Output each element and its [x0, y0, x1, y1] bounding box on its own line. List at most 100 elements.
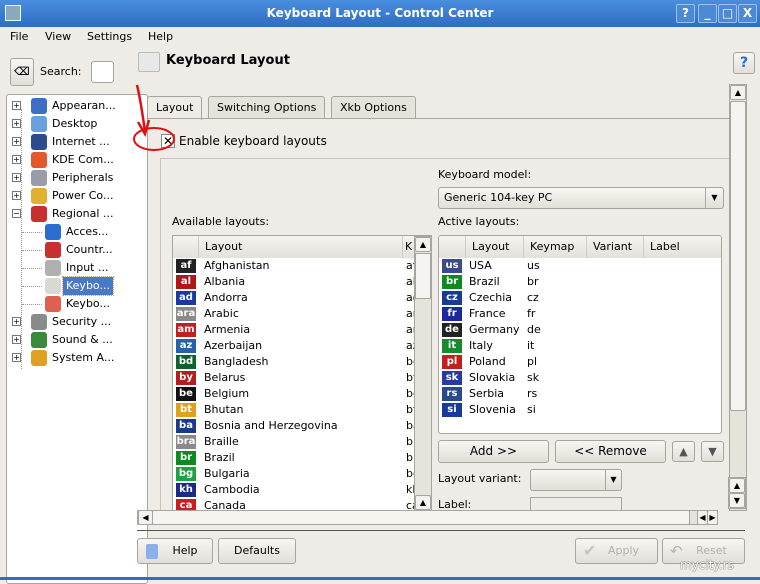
- list-row[interactable]: brBrazilbr: [439, 274, 721, 290]
- active-layouts-list[interactable]: Layout Keymap Variant Label us USA us br Bra…: [438, 235, 722, 434]
- layout-name: Slovenia: [469, 403, 516, 416]
- tree-item[interactable]: + System A...: [7, 349, 145, 367]
- main-horizontal-scrollbar[interactable]: ◀ ◀ ▶: [137, 510, 718, 525]
- tree-item[interactable]: + Sound & ...: [7, 331, 145, 349]
- expand-toggle[interactable]: +: [12, 101, 21, 110]
- column-header-label[interactable]: Label: [644, 236, 721, 258]
- list-row[interactable]: rs Serbia rs: [439, 386, 721, 402]
- column-header-keymap[interactable]: Keymap: [524, 236, 587, 258]
- expand-toggle[interactable]: +: [12, 173, 21, 182]
- list-row[interactable]: afAfghanistanaf: [173, 258, 415, 274]
- list-row[interactable]: cz Czechia cz: [439, 290, 721, 306]
- scroll-down-arrow[interactable]: ▼: [729, 493, 745, 508]
- module-icon: [31, 206, 47, 222]
- list-row[interactable]: fr France fr: [439, 306, 721, 322]
- list-row[interactable]: araArabicara: [173, 306, 415, 322]
- expand-toggle[interactable]: +: [12, 137, 21, 146]
- tree-item[interactable]: Keybo...: [7, 295, 145, 313]
- column-header-variant[interactable]: Variant: [587, 236, 644, 258]
- tree-item[interactable]: Keybo...: [7, 276, 145, 296]
- tree-item[interactable]: Input ...: [7, 259, 145, 277]
- minimize-button[interactable]: _: [698, 4, 717, 23]
- available-list-scrollbar[interactable]: ▲ ▲: [414, 236, 431, 510]
- list-row[interactable]: sk Slovakia sk: [439, 370, 721, 386]
- column-header-layout[interactable]: Layout: [199, 236, 403, 258]
- inner-vertical-scrollbar[interactable]: ▲ ▼: [728, 477, 746, 509]
- expand-toggle[interactable]: +: [12, 335, 21, 344]
- list-row[interactable]: it Italy it: [439, 338, 721, 354]
- flag-icon: af: [176, 259, 196, 273]
- apply-button[interactable]: ✔ Apply: [575, 538, 658, 564]
- scroll-thumb[interactable]: [730, 101, 746, 411]
- search-input[interactable]: [91, 61, 114, 83]
- layout-variant-label: Layout variant:: [438, 472, 522, 485]
- help-button[interactable]: Help: [137, 538, 213, 564]
- tree-line: [22, 304, 42, 305]
- list-row[interactable]: pl Poland pl: [439, 354, 721, 370]
- expand-toggle[interactable]: +: [12, 191, 21, 200]
- column-header-layout[interactable]: Layout: [466, 236, 524, 258]
- expand-toggle[interactable]: +: [12, 317, 21, 326]
- menu-settings[interactable]: Settings: [87, 30, 132, 43]
- scroll-left-arrow[interactable]: ◀: [138, 510, 153, 525]
- add-layout-button[interactable]: Add >>: [438, 440, 549, 463]
- list-row[interactable]: bdBangladeshbd: [173, 354, 415, 370]
- list-row[interactable]: brBrazilbr: [173, 450, 415, 466]
- list-row[interactable]: adAndorraad: [173, 290, 415, 306]
- scroll-up-arrow[interactable]: ▲: [415, 237, 431, 252]
- expand-toggle[interactable]: +: [12, 119, 21, 128]
- tab-xkb-options[interactable]: Xkb Options: [331, 96, 416, 119]
- layout-variant-select[interactable]: ▼: [530, 469, 622, 491]
- clear-search-button[interactable]: ⌫: [10, 58, 34, 86]
- list-row[interactable]: us USA us: [439, 258, 721, 274]
- tree-item[interactable]: Countr...: [7, 241, 145, 259]
- list-row[interactable]: braBraillebrai: [173, 434, 415, 450]
- list-row[interactable]: si Slovenia si: [439, 402, 721, 418]
- move-up-button[interactable]: ▲: [672, 441, 695, 462]
- tree-line: [22, 268, 42, 269]
- expand-toggle[interactable]: +: [12, 353, 21, 362]
- scroll-thumb[interactable]: [152, 510, 690, 525]
- maximize-button[interactable]: □: [718, 4, 737, 23]
- scroll-up-arrow[interactable]: ▲: [729, 478, 745, 493]
- tree-item[interactable]: + Security ...: [7, 313, 145, 331]
- main-vertical-scrollbar[interactable]: ▲: [729, 84, 747, 511]
- remove-layout-button[interactable]: << Remove: [555, 440, 666, 463]
- tree-item[interactable]: + Peripherals: [7, 169, 145, 187]
- scroll-up-arrow[interactable]: ▲: [415, 495, 431, 510]
- menu-view[interactable]: View: [45, 30, 71, 43]
- available-layouts-list[interactable]: Layout K afAfghanistanafalAlbaniaaladAnd…: [172, 235, 432, 511]
- layout-name: Germany: [469, 323, 520, 336]
- scroll-right-arrow[interactable]: ▶: [707, 510, 718, 525]
- label-input[interactable]: [530, 497, 622, 510]
- list-row[interactable]: btBhutanbt: [173, 402, 415, 418]
- list-row[interactable]: byBelarusby: [173, 370, 415, 386]
- tree-item[interactable]: − Regional ...: [7, 205, 145, 223]
- list-row[interactable]: khCambodiakh: [173, 482, 415, 498]
- close-button[interactable]: X: [738, 4, 757, 23]
- keyboard-model-select[interactable]: Generic 104-key PC ▼: [438, 187, 724, 209]
- tree-item[interactable]: + Power Co...: [7, 187, 145, 205]
- module-icon: [31, 116, 47, 132]
- keyboard-model-value: Generic 104-key PC: [444, 191, 553, 204]
- list-row[interactable]: bgBulgariabg: [173, 466, 415, 482]
- tree-item[interactable]: Acces...: [7, 223, 145, 241]
- whats-this-button[interactable]: ?: [733, 52, 755, 74]
- defaults-button[interactable]: Defaults: [218, 538, 296, 564]
- list-row[interactable]: baBosnia and Herzegovinaba: [173, 418, 415, 434]
- expand-toggle[interactable]: +: [12, 155, 21, 164]
- menu-help[interactable]: Help: [148, 30, 173, 43]
- flag-icon: br: [442, 275, 462, 289]
- list-row[interactable]: amArmeniaam: [173, 322, 415, 338]
- list-row[interactable]: azAzerbaijanaz: [173, 338, 415, 354]
- expand-toggle[interactable]: −: [12, 209, 21, 218]
- menu-file[interactable]: File: [10, 30, 28, 43]
- tab-switching-options[interactable]: Switching Options: [208, 96, 326, 119]
- move-down-button[interactable]: ▼: [701, 441, 724, 462]
- list-row[interactable]: beBelgiumbe: [173, 386, 415, 402]
- list-row[interactable]: al Albania al: [173, 274, 415, 290]
- scroll-thumb[interactable]: [415, 253, 431, 299]
- list-row[interactable]: de Germany de: [439, 322, 721, 338]
- scroll-up-arrow[interactable]: ▲: [730, 85, 746, 100]
- help-window-button[interactable]: ?: [676, 4, 695, 23]
